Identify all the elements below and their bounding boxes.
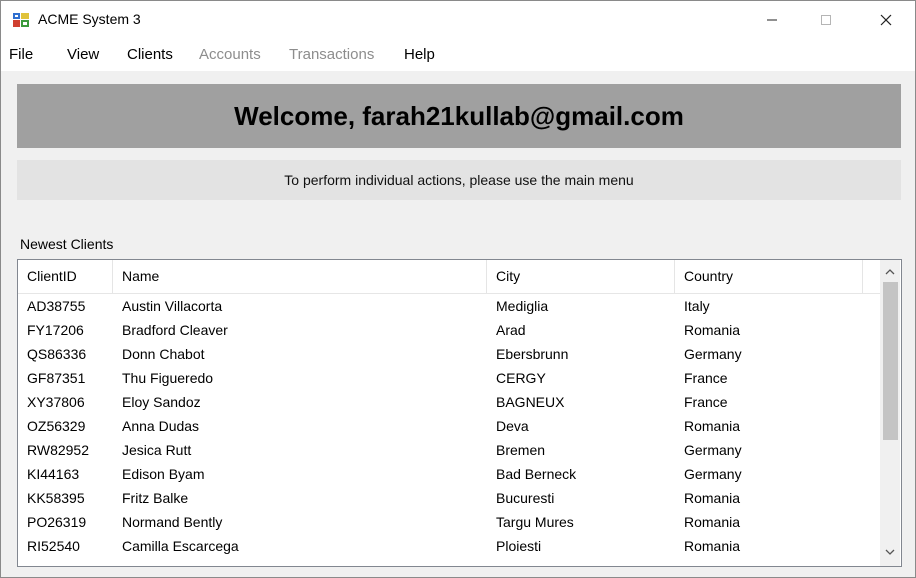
minimize-button[interactable]: [749, 1, 795, 39]
cell-name[interactable]: Donn Chabot: [113, 342, 487, 366]
table-row[interactable]: KK58395 Fritz Balke Bucuresti Romania: [18, 486, 880, 510]
column-header-clientid[interactable]: ClientID: [18, 260, 113, 293]
table-row[interactable]: PO26319 Normand Bently Targu Mures Roman…: [18, 510, 880, 534]
menu-file[interactable]: File: [9, 46, 33, 63]
cell-country[interactable]: France: [675, 366, 863, 390]
cell-city[interactable]: Ebersbrunn: [487, 342, 675, 366]
cell-clientid[interactable]: RW82952: [18, 438, 113, 462]
table-row[interactable]: KI44163 Edison Byam Bad Berneck Germany: [18, 462, 880, 486]
table-row[interactable]: RW82952 Jesica Rutt Bremen Germany: [18, 438, 880, 462]
cell-country[interactable]: Germany: [675, 342, 863, 366]
clients-grid[interactable]: ClientID Name City Country AD38755 Austi…: [17, 259, 902, 567]
close-button[interactable]: [863, 1, 909, 39]
cell-clientid[interactable]: KK58395: [18, 486, 113, 510]
column-header-city[interactable]: City: [487, 260, 675, 293]
cell-country[interactable]: Romania: [675, 510, 863, 534]
close-icon: [880, 14, 892, 26]
grid-header: ClientID Name City Country: [18, 260, 880, 294]
cell-city[interactable]: Ploiesti: [487, 534, 675, 558]
cell-clientid[interactable]: RI52540: [18, 534, 113, 558]
cell-name[interactable]: Normand Bently: [113, 510, 487, 534]
title-bar[interactable]: ACME System 3: [1, 1, 915, 39]
window-title: ACME System 3: [38, 11, 141, 27]
cell-country[interactable]: Romania: [675, 414, 863, 438]
scroll-up-button[interactable]: [880, 262, 900, 282]
table-row[interactable]: GF87351 Thu Figueredo CERGY France: [18, 366, 880, 390]
maximize-icon: [821, 15, 831, 25]
cell-clientid[interactable]: AD38755: [18, 294, 113, 318]
cell-city[interactable]: Deva: [487, 414, 675, 438]
cell-city[interactable]: Bad Berneck: [487, 462, 675, 486]
cell-country[interactable]: France: [675, 390, 863, 414]
app-window: ACME System 3 File View Clients Accounts…: [0, 0, 916, 578]
cell-name[interactable]: Thu Figueredo: [113, 366, 487, 390]
table-row[interactable]: XY37806 Eloy Sandoz BAGNEUX France: [18, 390, 880, 414]
app-icon: [13, 13, 29, 27]
welcome-banner: Welcome, farah21kullab@gmail.com: [17, 84, 901, 148]
cell-name[interactable]: Edison Byam: [113, 462, 487, 486]
column-header-country[interactable]: Country: [675, 260, 863, 293]
cell-city[interactable]: Bucuresti: [487, 486, 675, 510]
vertical-scrollbar[interactable]: [880, 260, 900, 566]
table-row[interactable]: QS86336 Donn Chabot Ebersbrunn Germany: [18, 342, 880, 366]
cell-country[interactable]: Romania: [675, 534, 863, 558]
menu-transactions: Transactions: [289, 46, 375, 63]
cell-name[interactable]: Camilla Escarcega: [113, 534, 487, 558]
maximize-button[interactable]: [803, 1, 849, 39]
hint-text: To perform individual actions, please us…: [17, 160, 901, 200]
cell-clientid[interactable]: XY37806: [18, 390, 113, 414]
cell-country[interactable]: Germany: [675, 438, 863, 462]
cell-clientid[interactable]: QS86336: [18, 342, 113, 366]
cell-name[interactable]: Austin Villacorta: [113, 294, 487, 318]
cell-country[interactable]: Romania: [675, 318, 863, 342]
cell-clientid[interactable]: KI44163: [18, 462, 113, 486]
cell-clientid[interactable]: FY17206: [18, 318, 113, 342]
cell-name[interactable]: Eloy Sandoz: [113, 390, 487, 414]
cell-clientid[interactable]: GF87351: [18, 366, 113, 390]
cell-clientid[interactable]: OZ56329: [18, 414, 113, 438]
cell-country[interactable]: Germany: [675, 462, 863, 486]
cell-city[interactable]: Mediglia: [487, 294, 675, 318]
menu-clients[interactable]: Clients: [127, 46, 173, 63]
scroll-thumb[interactable]: [883, 282, 898, 440]
menu-help[interactable]: Help: [404, 46, 435, 63]
chevron-up-icon: [885, 269, 895, 275]
cell-name[interactable]: Fritz Balke: [113, 486, 487, 510]
cell-name[interactable]: Anna Dudas: [113, 414, 487, 438]
table-row[interactable]: RI52540 Camilla Escarcega Ploiesti Roman…: [18, 534, 880, 558]
cell-city[interactable]: BAGNEUX: [487, 390, 675, 414]
table-row[interactable]: AD38755 Austin Villacorta Mediglia Italy: [18, 294, 880, 318]
cell-name[interactable]: Jesica Rutt: [113, 438, 487, 462]
menu-view[interactable]: View: [67, 46, 99, 63]
cell-country[interactable]: Romania: [675, 486, 863, 510]
menu-bar: File View Clients Accounts Transactions …: [1, 39, 915, 71]
column-header-name[interactable]: Name: [113, 260, 487, 293]
cell-city[interactable]: CERGY: [487, 366, 675, 390]
chevron-down-icon: [885, 549, 895, 555]
newest-clients-label: Newest Clients: [20, 236, 114, 252]
menu-accounts: Accounts: [199, 46, 261, 63]
cell-city[interactable]: Bremen: [487, 438, 675, 462]
cell-country[interactable]: Italy: [675, 294, 863, 318]
cell-city[interactable]: Arad: [487, 318, 675, 342]
cell-clientid[interactable]: PO26319: [18, 510, 113, 534]
cell-name[interactable]: Bradford Cleaver: [113, 318, 487, 342]
minimize-icon: [767, 19, 777, 21]
cell-city[interactable]: Targu Mures: [487, 510, 675, 534]
scroll-down-button[interactable]: [880, 542, 900, 562]
table-row[interactable]: OZ56329 Anna Dudas Deva Romania: [18, 414, 880, 438]
table-row[interactable]: FY17206 Bradford Cleaver Arad Romania: [18, 318, 880, 342]
